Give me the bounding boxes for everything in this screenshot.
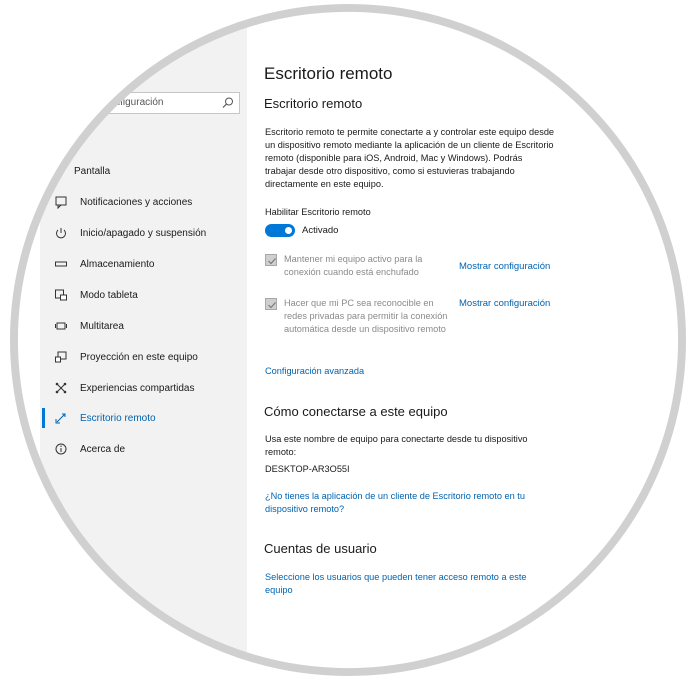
sidebar-item-modo-tableta[interactable]: Modo tableta: [54, 285, 138, 305]
pc-name: DESKTOP-AR3O55I: [265, 464, 350, 474]
show-settings-link-2[interactable]: Mostrar configuración: [459, 298, 550, 309]
sidebar-item-partial[interactable]: a: [68, 134, 74, 154]
sidebar-item-pantalla[interactable]: Pantalla: [74, 161, 110, 181]
sidebar-item-notificaciones[interactable]: Notificaciones y acciones: [54, 192, 192, 212]
connect-section-title: Cómo conectarse a este equipo: [264, 404, 448, 419]
client-app-link[interactable]: ¿No tienes la aplicación de un cliente d…: [265, 490, 555, 516]
multitasking-icon: [55, 322, 67, 330]
info-icon: [55, 443, 67, 455]
toggle-state-label: Activado: [302, 225, 339, 236]
checkmark-icon: [268, 302, 276, 309]
settings-window: onfiguración a Pantalla Notificaciones y…: [0, 0, 700, 683]
search-icon[interactable]: [221, 96, 235, 110]
search-placeholder: onfiguración: [109, 97, 164, 108]
shared-experiences-icon: [55, 382, 67, 394]
advanced-settings-link[interactable]: Configuración avanzada: [265, 365, 555, 378]
accounts-section-title: Cuentas de usuario: [264, 541, 377, 556]
show-settings-link-1[interactable]: Mostrar configuración: [459, 261, 550, 272]
sidebar-item-experiencias[interactable]: Experiencias compartidas: [54, 378, 195, 398]
power-icon: [56, 228, 66, 239]
page-title: Escritorio remoto: [264, 64, 393, 83]
section-title: Escritorio remoto: [264, 96, 363, 111]
keep-awake-label: Mantener mi equipo activo para la conexi…: [284, 254, 423, 277]
sidebar-item-multitarea[interactable]: Multitarea: [54, 316, 124, 336]
notifications-icon: [55, 196, 67, 209]
discoverable-checkbox[interactable]: [265, 298, 277, 310]
projection-icon: [55, 351, 67, 363]
description-text: Escritorio remoto te permite conectarte …: [265, 127, 555, 189]
select-users-link[interactable]: Seleccione los usuarios que pueden tener…: [265, 571, 555, 597]
storage-icon: [55, 261, 67, 267]
sidebar-item-inicio-apagado[interactable]: Inicio/apagado y suspensión: [54, 223, 206, 243]
keep-awake-checkbox[interactable]: [265, 254, 277, 266]
toggle-knob: [285, 227, 292, 234]
search-input[interactable]: onfiguración: [100, 92, 240, 114]
connect-description: Usa este nombre de equipo para conectart…: [265, 434, 528, 457]
sidebar-item-escritorio-remoto[interactable]: Escritorio remoto: [54, 408, 156, 428]
sidebar-item-almacenamiento[interactable]: Almacenamiento: [54, 254, 154, 274]
active-indicator: [42, 408, 45, 428]
tablet-mode-icon: [55, 289, 67, 301]
sidebar: [40, 20, 247, 670]
enable-label: Habilitar Escritorio remoto: [265, 207, 371, 217]
remote-desktop-toggle[interactable]: [265, 224, 295, 237]
remote-desktop-icon: [55, 413, 66, 424]
checkmark-icon: [268, 258, 276, 265]
sidebar-item-proyeccion[interactable]: Proyección en este equipo: [54, 347, 198, 367]
sidebar-item-acerca-de[interactable]: Acerca de: [54, 439, 125, 459]
discoverable-label: Hacer que mi PC sea reconocible en redes…: [284, 298, 448, 334]
